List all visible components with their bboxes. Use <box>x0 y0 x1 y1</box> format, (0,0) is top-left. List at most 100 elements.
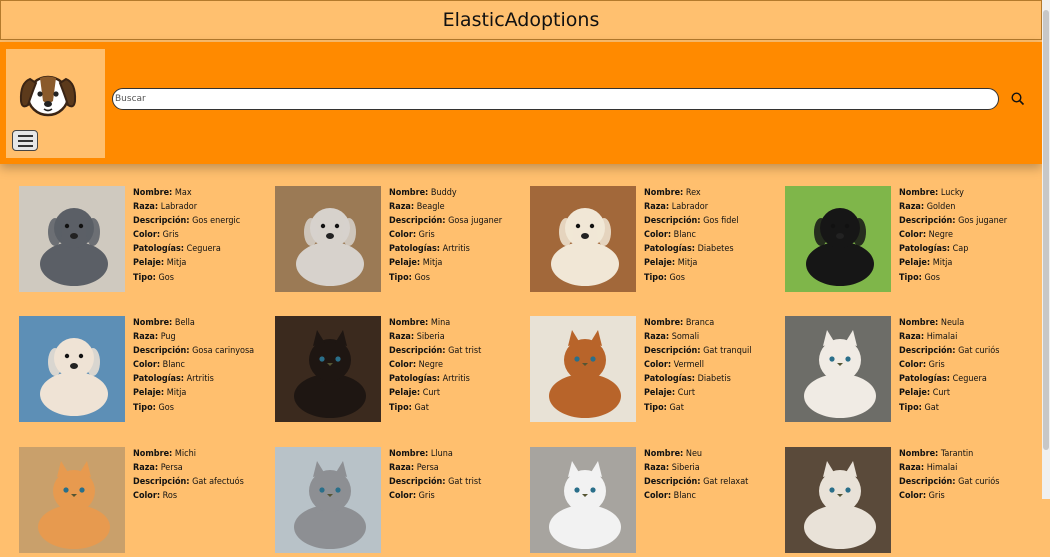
cat-photo <box>275 447 381 553</box>
pet-name-label: Nombre: <box>644 449 684 459</box>
pet-card[interactable]: Nombre: Buddy Raza: Beagle Descripción: Go… <box>275 186 525 296</box>
pet-info: Nombre: Neu Raza: Siberia Descripción: Gat… <box>644 447 784 503</box>
pet-breed-value: Labrador <box>158 202 198 213</box>
pet-breed-value: Himalai <box>924 463 958 474</box>
pet-name-line: Nombre: Lluna <box>389 447 529 461</box>
pet-name-label: Nombre: <box>899 318 939 328</box>
pet-description-value: Gosa carinyosa <box>189 346 255 357</box>
pet-pathology-label: Patologías: <box>644 374 696 385</box>
pet-type-value: Gos <box>666 272 685 283</box>
search-icon[interactable] <box>1010 91 1026 107</box>
pet-card[interactable]: Nombre: Branca Raza: Somali Descripción: G… <box>530 316 780 426</box>
pet-info: Nombre: Branca Raza: Somali Descripción: G… <box>644 316 784 415</box>
pet-breed-value: Somali <box>669 332 700 343</box>
pet-type-line: Tipo: Gos <box>899 271 1039 285</box>
pet-breed-label: Raza: <box>644 332 670 343</box>
pet-color-label: Color: <box>644 491 672 502</box>
dog-photo <box>530 186 636 292</box>
pet-card[interactable]: Nombre: Lluna Raza: Persa Descripción: Gat… <box>275 447 525 557</box>
pet-description-line: Descripción: Gat curiós <box>899 344 1039 358</box>
pet-type-label: Tipo: <box>389 272 412 283</box>
pet-breed-line: Raza: Himalai <box>899 461 1039 475</box>
pet-color-value: Gris <box>926 360 945 371</box>
pet-pathology-label: Patologías: <box>389 374 441 385</box>
pet-breed-label: Raza: <box>899 202 925 213</box>
pet-description-line: Descripción: Gosa juganer <box>389 214 529 228</box>
pet-name-value: Buddy <box>428 188 457 198</box>
pet-name-value: Lucky <box>938 188 964 198</box>
pet-breed-label: Raza: <box>389 463 415 474</box>
pet-card[interactable]: Nombre: Bella Raza: Pug Descripción: Gosa … <box>19 316 269 426</box>
pet-description-value: Gosa juganer <box>445 216 503 227</box>
pet-card[interactable]: Nombre: Neu Raza: Siberia Descripción: Gat… <box>530 447 780 557</box>
pet-coat-line: Pelaje: Mitja <box>133 386 273 400</box>
pet-card[interactable]: Nombre: Tarantin Raza: Himalai Descripción… <box>785 447 1035 557</box>
pet-coat-label: Pelaje: <box>389 388 421 399</box>
pet-description-label: Descripción: <box>389 477 446 488</box>
pet-name-label: Nombre: <box>899 449 939 459</box>
pet-type-label: Tipo: <box>133 402 156 413</box>
pet-color-label: Color: <box>389 230 417 241</box>
search-input[interactable] <box>112 88 999 110</box>
pet-name-value: Tarantin <box>938 449 974 459</box>
pet-name-line: Nombre: Neu <box>644 447 784 461</box>
pet-info: Nombre: Mina Raza: Siberia Descripción: Ga… <box>389 316 529 415</box>
menu-button[interactable] <box>12 130 38 151</box>
pet-type-value: Gos <box>411 272 430 283</box>
pet-description-label: Descripción: <box>899 216 956 227</box>
pet-card[interactable]: Nombre: Mina Raza: Siberia Descripción: Ga… <box>275 316 525 426</box>
pet-pathology-line: Patologías: Artritis <box>389 242 529 256</box>
pet-color-value: Gris <box>926 491 945 502</box>
pet-breed-label: Raza: <box>899 463 925 474</box>
page-title: ElasticAdoptions <box>0 0 1042 40</box>
pet-pathology-line: Patologías: Ceguera <box>899 372 1039 386</box>
pet-description-line: Descripción: Gos fidel <box>644 214 784 228</box>
pet-name-label: Nombre: <box>899 188 939 198</box>
pet-coat-value: Mitja <box>164 388 187 399</box>
pet-description-label: Descripción: <box>389 346 446 357</box>
pet-description-label: Descripción: <box>899 477 956 488</box>
pet-type-value: Gat <box>666 402 684 413</box>
pet-type-label: Tipo: <box>133 272 156 283</box>
pet-card[interactable]: Nombre: Rex Raza: Labrador Descripción: Go… <box>530 186 780 296</box>
pet-info: Nombre: Michi Raza: Persa Descripción: Gat… <box>133 447 273 503</box>
pet-color-value: Gris <box>416 491 435 502</box>
pet-pathology-line: Patologías: Cap <box>899 242 1039 256</box>
pet-coat-value: Mitja <box>675 258 698 269</box>
pet-color-value: Vermell <box>671 360 705 371</box>
pet-name-line: Nombre: Tarantin <box>899 447 1039 461</box>
pet-breed-line: Raza: Persa <box>389 461 529 475</box>
scrollbar[interactable] <box>1042 0 1050 499</box>
pet-color-label: Color: <box>644 360 672 371</box>
pet-breed-line: Raza: Golden <box>899 200 1039 214</box>
pet-name-value: Lluna <box>428 449 453 459</box>
pet-coat-value: Mitja <box>164 258 187 269</box>
pet-color-label: Color: <box>133 360 161 371</box>
pet-card[interactable]: Nombre: Lucky Raza: Golden Descripción: Go… <box>785 186 1035 296</box>
pet-card[interactable]: Nombre: Max Raza: Labrador Descripción: Go… <box>19 186 269 296</box>
pet-name-label: Nombre: <box>133 449 173 459</box>
pet-type-label: Tipo: <box>644 402 667 413</box>
pet-color-label: Color: <box>899 360 927 371</box>
pet-type-label: Tipo: <box>389 402 412 413</box>
pet-name-line: Nombre: Mina <box>389 316 529 330</box>
pet-name-value: Rex <box>683 188 701 198</box>
pet-description-value: Gos juganer <box>955 216 1008 227</box>
pet-breed-label: Raza: <box>389 332 415 343</box>
pet-breed-value: Golden <box>924 202 956 213</box>
pet-pathology-value: Artritis <box>440 374 470 385</box>
pet-pathology-value: Diabetes <box>695 244 734 255</box>
pet-info: Nombre: Buddy Raza: Beagle Descripción: Go… <box>389 186 529 285</box>
pet-card[interactable]: Nombre: Michi Raza: Persa Descripción: Gat… <box>19 447 269 557</box>
pet-description-line: Descripción: Gat trist <box>389 475 529 489</box>
pet-coat-value: Mitja <box>930 258 953 269</box>
pet-card[interactable]: Nombre: Neula Raza: Himalai Descripción: G… <box>785 316 1035 426</box>
pet-description-label: Descripción: <box>389 216 446 227</box>
pet-color-label: Color: <box>133 491 161 502</box>
pet-color-value: Negre <box>416 360 443 371</box>
pet-color-label: Color: <box>899 491 927 502</box>
pet-name-line: Nombre: Bella <box>133 316 273 330</box>
pet-pathology-label: Patologías: <box>644 244 696 255</box>
pet-coat-line: Pelaje: Mitja <box>644 256 784 270</box>
pet-description-label: Descripción: <box>644 346 701 357</box>
